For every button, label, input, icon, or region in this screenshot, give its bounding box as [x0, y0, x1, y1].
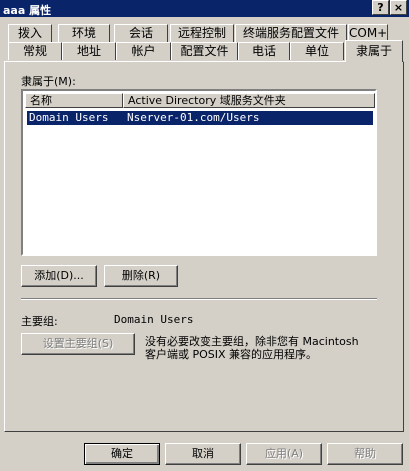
ok-button[interactable]: 确定: [84, 443, 160, 465]
window-title: aaa 属性: [3, 4, 52, 17]
tab-environment[interactable]: 环境: [58, 24, 110, 42]
set-primary-group-button[interactable]: 设置主要组(S): [21, 333, 135, 355]
list-item[interactable]: Domain Users Nserver-01.com/Users: [27, 111, 373, 125]
column-header-name[interactable]: 名称: [25, 93, 123, 108]
help-dialog-button[interactable]: 帮助: [327, 443, 403, 465]
tab-profile[interactable]: 配置文件: [171, 42, 238, 60]
list-item-folder: Nserver-01.com/Users: [127, 111, 260, 124]
tab-terminal-services-profile[interactable]: 终端服务配置文件: [235, 24, 347, 42]
member-of-label: 隶属于(M):: [21, 75, 76, 88]
cancel-button[interactable]: 取消: [165, 443, 241, 465]
help-button[interactable]: ?: [372, 0, 389, 15]
primary-group-note-line2: 客户端或 POSIX 兼容的应用程序。: [145, 348, 318, 361]
tab-remote-control[interactable]: 远程控制: [170, 24, 234, 42]
tab-organization[interactable]: 单位: [290, 42, 344, 60]
add-button[interactable]: 添加(D)...: [21, 265, 97, 287]
list-item-name: Domain Users: [29, 111, 109, 124]
tab-address[interactable]: 地址: [62, 42, 116, 60]
member-of-list[interactable]: 名称 Active Directory 域服务文件夹 Domain Users …: [21, 89, 377, 256]
tab-member-of[interactable]: 隶属于: [345, 40, 403, 62]
close-button[interactable]: ×: [390, 0, 407, 15]
tab-general[interactable]: 常规: [8, 42, 62, 60]
tab-dial-in[interactable]: 拨入: [8, 24, 52, 42]
primary-group-value: Domain Users: [114, 313, 194, 326]
title-bar: aaa 属性 ? ×: [0, 0, 409, 17]
tab-telephones[interactable]: 电话: [238, 42, 290, 60]
remove-button[interactable]: 删除(R): [104, 265, 178, 287]
tab-sessions[interactable]: 会话: [114, 24, 168, 42]
apply-button[interactable]: 应用(A): [246, 443, 322, 465]
column-header-folder[interactable]: Active Directory 域服务文件夹: [123, 93, 375, 108]
separator: [21, 298, 377, 300]
tab-account[interactable]: 帐户: [116, 42, 171, 60]
primary-group-label: 主要组:: [21, 315, 58, 328]
